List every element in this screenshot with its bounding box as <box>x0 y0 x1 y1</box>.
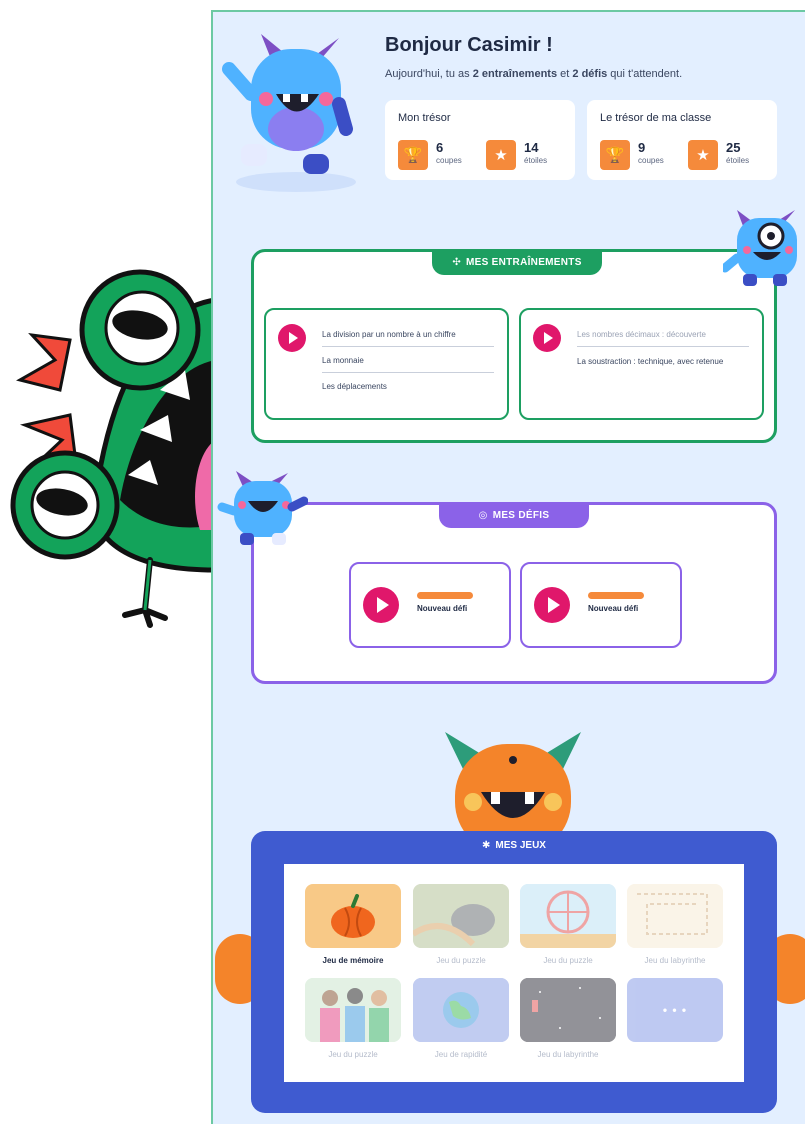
training-link[interactable]: La monnaie <box>322 356 364 365</box>
challenges-section: ◎ MES DÉFIS Nouveau défi Nouveau défi <box>251 502 777 684</box>
game-puzzle-tile[interactable] <box>520 884 616 948</box>
star-icon: ★ <box>688 140 718 170</box>
game-label: Jeu du labyrinthe <box>644 956 706 965</box>
training-link[interactable]: Les déplacements <box>322 382 387 391</box>
children-image-icon <box>305 978 401 1042</box>
challenges-tab: ◎ MES DÉFIS <box>439 502 589 528</box>
games-tab: ✱ MES JEUX <box>251 840 777 851</box>
game-label: Jeu du labyrinthe <box>537 1050 599 1059</box>
training-tab-label: MES ENTRAÎNEMENTS <box>466 256 582 268</box>
training-section: ✣ MES ENTRAÎNEMENTS La division par un n… <box>251 249 777 443</box>
play-button-icon[interactable] <box>363 587 399 623</box>
star-icon: ★ <box>486 140 516 170</box>
divider <box>322 372 494 373</box>
games-screen: Jeu de mémoire Jeu du puzzle Jeu du puzz… <box>284 864 744 1082</box>
training-tab: ✣ MES ENTRAÎNEMENTS <box>432 249 602 275</box>
training-card-2: Les nombres décimaux : découverte La sou… <box>519 308 764 420</box>
maze-icon <box>627 884 723 948</box>
my-treasure-title: Mon trésor <box>398 112 451 124</box>
game-speed-tile[interactable] <box>413 978 509 1042</box>
my-treasure-card: Mon trésor 🏆 6 coupes ★ 14 étoiles <box>385 100 575 180</box>
space-image-icon <box>520 978 616 1042</box>
puzzle-icon: ✱ <box>482 840 491 851</box>
main-page: Bonjour Casimir ! Aujourd'hui, tu as 2 e… <box>211 10 805 1124</box>
challenge-card-2[interactable]: Nouveau défi <box>520 562 682 648</box>
training-link[interactable]: La division par un nombre à un chiffre <box>322 330 456 339</box>
more-icon: • • • <box>662 1003 688 1017</box>
class-stars-unit: étoiles <box>726 156 750 165</box>
puzzle-image-icon <box>413 884 509 948</box>
cups-stat: 🏆 6 coupes <box>398 140 462 170</box>
target-icon: ◎ <box>478 509 488 521</box>
trophy-icon: 🏆 <box>398 140 428 170</box>
training-link[interactable]: Les nombres décimaux : découverte <box>577 330 706 339</box>
training-link[interactable]: La soustraction : technique, avec retenu… <box>577 356 727 367</box>
game-maze-tile[interactable] <box>520 978 616 1042</box>
game-label: Jeu du puzzle <box>436 956 486 965</box>
earth-icon <box>413 978 509 1042</box>
greeting-subtitle: Aujourd'hui, tu as 2 entraînements et 2 … <box>385 68 683 80</box>
challenge-bar <box>417 592 473 599</box>
game-label: Jeu du puzzle <box>328 1050 378 1059</box>
blue-monster-illustration <box>222 34 356 192</box>
challenge-label: Nouveau défi <box>588 604 639 613</box>
play-button-icon[interactable] <box>534 587 570 623</box>
challenge-bar <box>588 592 644 599</box>
orange-monster-illustration <box>445 732 581 839</box>
play-button-icon[interactable] <box>533 324 561 352</box>
green-monster-illustration <box>10 269 215 628</box>
blue-monster-magnifier-illustration <box>723 210 797 286</box>
trophy-icon: 🏆 <box>600 140 630 170</box>
game-memory-tile[interactable] <box>305 884 401 948</box>
game-label: Jeu du puzzle <box>543 956 593 965</box>
game-label: Jeu de rapidité <box>434 1050 488 1059</box>
challenge-label: Nouveau défi <box>417 604 468 613</box>
class-treasure-title: Le trésor de ma classe <box>600 112 712 124</box>
game-maze-tile[interactable] <box>627 884 723 948</box>
stars-stat: ★ 14 étoiles <box>486 140 547 170</box>
divider <box>322 346 494 347</box>
challenges-tab-label: MES DÉFIS <box>492 509 550 521</box>
more-games-tile[interactable]: • • • <box>627 978 723 1042</box>
class-stars-count: 25 <box>726 140 741 155</box>
cups-unit: coupes <box>436 156 462 165</box>
cups-count: 6 <box>436 140 444 155</box>
stars-unit: étoiles <box>524 156 548 165</box>
greeting-title: Bonjour Casimir ! <box>385 34 553 56</box>
training-card-1: La division par un nombre à un chiffre L… <box>264 308 509 420</box>
small-blue-monster-illustration <box>217 471 308 545</box>
game-puzzle-tile[interactable] <box>413 884 509 948</box>
ferris-wheel-icon <box>520 884 616 948</box>
games-section: ✱ MES JEUX Jeu de mémoire Jeu du puzzle J… <box>251 831 777 1113</box>
stars-count: 14 <box>524 140 539 155</box>
target-icon: ✣ <box>452 256 461 268</box>
class-cups-unit: coupes <box>638 156 664 165</box>
challenge-card-1[interactable]: Nouveau défi <box>349 562 511 648</box>
divider <box>577 346 749 347</box>
play-button-icon[interactable] <box>278 324 306 352</box>
class-stars-stat: ★ 25 étoiles <box>688 140 749 170</box>
pumpkin-icon <box>331 894 375 938</box>
class-cups-stat: 🏆 9 coupes <box>600 140 664 170</box>
class-cups-count: 9 <box>638 140 646 155</box>
games-tab-label: MES JEUX <box>495 840 546 851</box>
game-label: Jeu de mémoire <box>322 956 384 965</box>
class-treasure-card: Le trésor de ma classe 🏆 9 coupes ★ 25 é… <box>587 100 777 180</box>
game-puzzle-tile[interactable] <box>305 978 401 1042</box>
